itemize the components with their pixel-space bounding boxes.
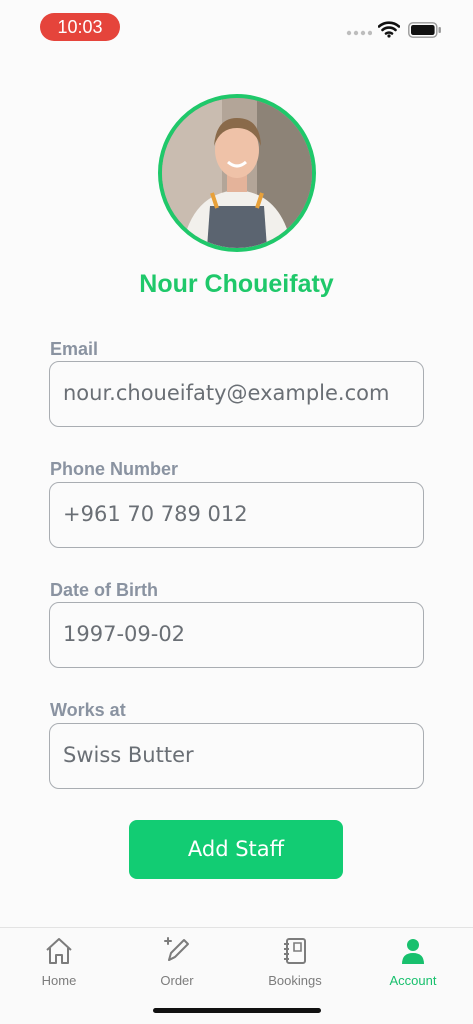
works-at-label: Works at	[50, 700, 126, 720]
home-indicator	[153, 1008, 321, 1013]
home-icon	[46, 938, 72, 964]
dob-field[interactable]: 1997-09-02	[49, 602, 424, 668]
tab-home[interactable]: Home	[0, 928, 118, 998]
tab-home-label: Home	[41, 973, 77, 988]
tab-bookings[interactable]: Bookings	[236, 928, 354, 998]
works-at-field[interactable]: Swiss Butter	[49, 723, 424, 789]
email-label: Email	[50, 339, 99, 359]
profile-avatar[interactable]	[158, 94, 316, 252]
tab-order-label: Order	[160, 973, 194, 988]
email-field[interactable]: nour.choueifaty@example.com	[49, 361, 424, 427]
pencil-icon	[164, 937, 189, 961]
phone-label: Phone Number	[50, 459, 179, 479]
person-icon	[402, 939, 424, 964]
dob-label: Date of Birth	[50, 580, 158, 600]
profile-name: Nour Choueifaty	[139, 270, 334, 298]
cellular-signal-icon	[346, 30, 372, 36]
notebook-icon	[284, 938, 306, 964]
status-bar: 10:03	[0, 0, 473, 56]
phone-field[interactable]: +961 70 789 012	[49, 482, 424, 548]
tab-order[interactable]: Order	[118, 928, 236, 998]
battery-icon	[408, 22, 441, 38]
profile-photo	[162, 98, 312, 248]
status-time: 10:03	[40, 13, 120, 41]
wifi-icon	[378, 21, 400, 38]
add-staff-button[interactable]: Add Staff	[129, 820, 343, 879]
tab-bookings-label: Bookings	[268, 973, 322, 988]
tab-account-label: Account	[389, 973, 437, 988]
tab-account[interactable]: Account	[354, 928, 472, 998]
